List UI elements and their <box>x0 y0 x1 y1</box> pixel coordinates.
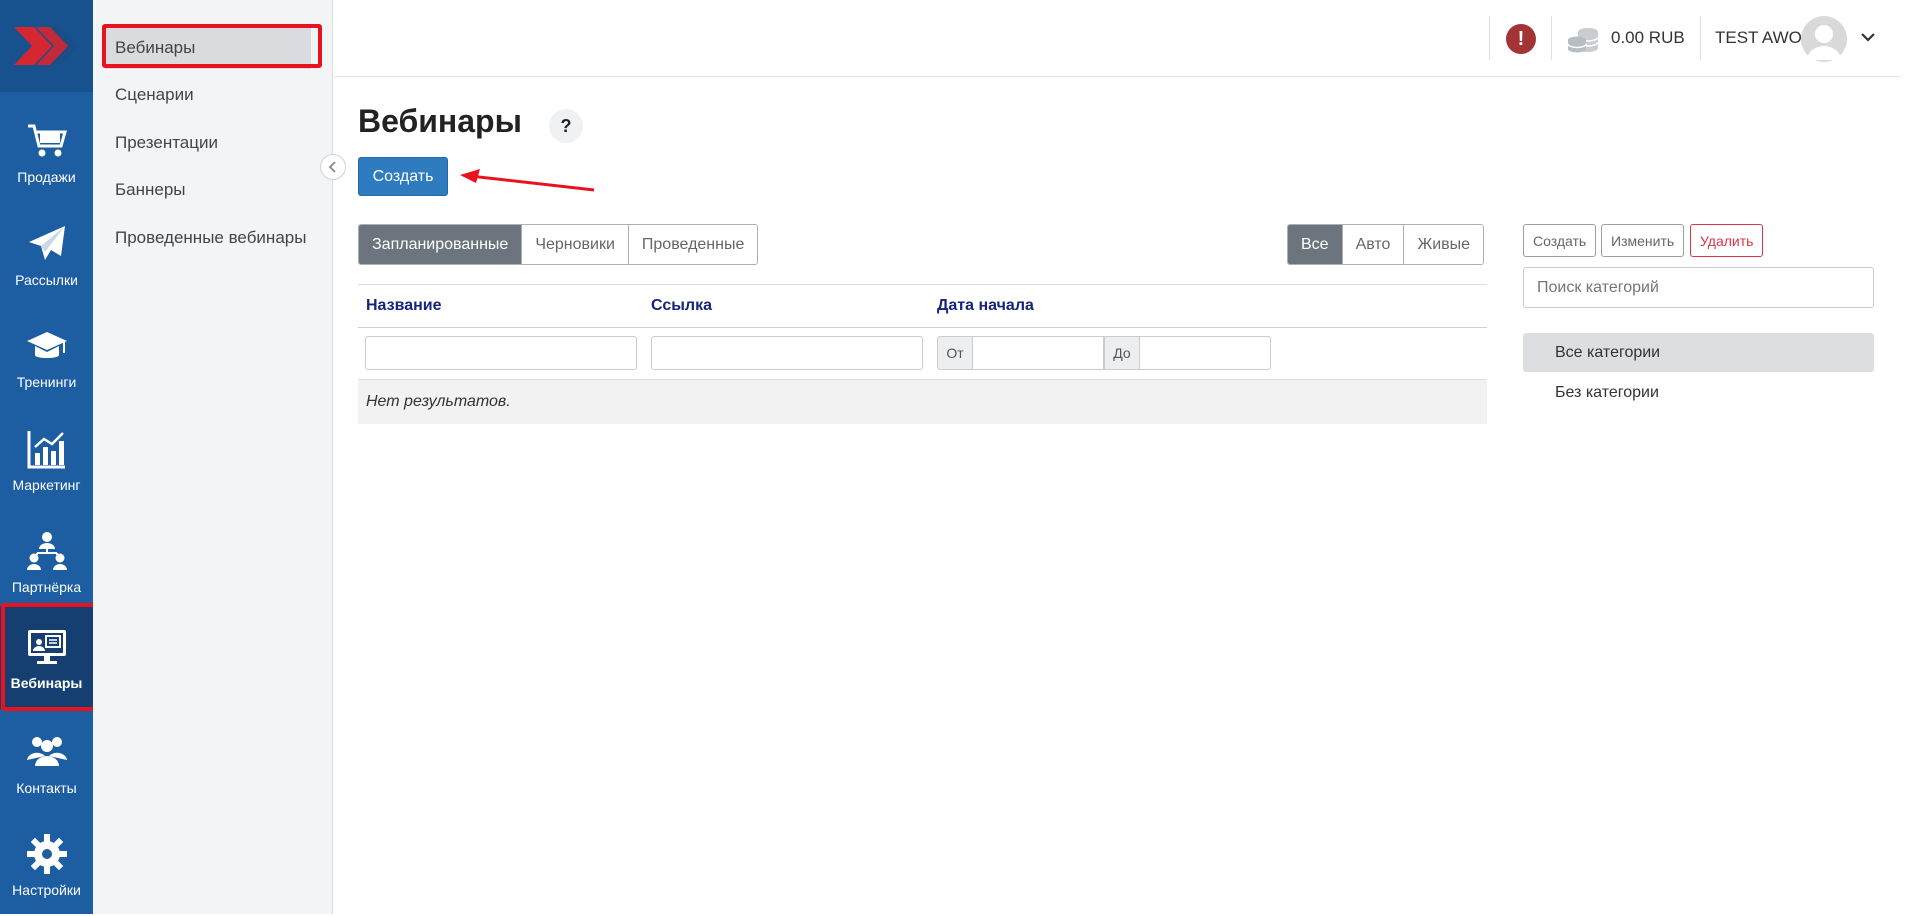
status-tabs: Запланированные Черновики Проведенные <box>358 224 759 265</box>
category-item-uncategorized[interactable]: Без категории <box>1523 373 1874 412</box>
type-tabs: Все Авто Живые <box>1287 224 1485 265</box>
nav-contacts[interactable]: Контакты <box>0 711 93 814</box>
topbar-divider <box>1489 16 1490 60</box>
date-to-input[interactable] <box>1139 336 1271 370</box>
submenu-item-scenarios[interactable]: Сценарии <box>93 74 333 116</box>
logo[interactable] <box>0 0 93 92</box>
annotation-arrow <box>460 169 595 192</box>
category-delete-button[interactable]: Удалить <box>1690 224 1764 257</box>
webinar-monitor-icon <box>27 629 66 664</box>
tab-completed[interactable]: Проведенные <box>628 225 758 264</box>
tab-all[interactable]: Все <box>1288 225 1343 264</box>
category-edit-button[interactable]: Изменить <box>1601 224 1685 257</box>
balance-amount: 0.00 RUB <box>1611 28 1685 47</box>
nav-trainings[interactable]: Тренинги <box>0 305 93 408</box>
alert-icon[interactable]: ! <box>1506 24 1536 54</box>
nav-trainings-label: Тренинги <box>16 373 77 390</box>
create-webinar-button[interactable]: Создать <box>358 157 448 196</box>
tab-live[interactable]: Живые <box>1404 225 1484 264</box>
tab-auto[interactable]: Авто <box>1342 225 1405 264</box>
filter-name-input[interactable] <box>365 336 637 370</box>
paper-plane-icon <box>28 225 65 260</box>
filter-link-input[interactable] <box>651 336 923 370</box>
nav-marketing[interactable]: Маркетинг <box>0 408 93 511</box>
category-search-input[interactable] <box>1523 267 1874 308</box>
webinars-table: Название Ссылка Дата начала От До Нет ре… <box>358 284 1487 424</box>
nav-partners[interactable]: Партнёрка <box>0 510 93 613</box>
nav-sales[interactable]: Продажи <box>0 100 93 203</box>
graduation-cap-icon <box>26 331 67 358</box>
column-header-link[interactable]: Ссылка <box>651 297 712 315</box>
date-from-addon: От <box>937 336 973 370</box>
main-nav-rail: Продажи Рассылки Тренинги Маркетинг Парт… <box>0 0 93 914</box>
coins-icon <box>1567 28 1599 53</box>
column-header-start-date[interactable]: Дата начала <box>937 297 1034 315</box>
nav-settings-label: Настройки <box>12 881 81 898</box>
nav-sales-label: Продажи <box>17 168 76 185</box>
nav-mailings[interactable]: Рассылки <box>0 203 93 306</box>
table-header: Название Ссылка Дата начала <box>358 284 1487 328</box>
submenu-item-banners[interactable]: Баннеры <box>93 169 333 211</box>
user-name[interactable]: TEST AWO <box>1715 28 1802 48</box>
date-to-addon: До <box>1104 336 1140 370</box>
date-from-input[interactable] <box>972 336 1104 370</box>
network-icon <box>26 531 67 570</box>
chevron-down-icon[interactable] <box>1859 28 1877 46</box>
topbar-divider <box>1700 16 1701 60</box>
chevron-left-icon <box>328 161 336 173</box>
column-header-name[interactable]: Название <box>366 297 442 315</box>
submenu-item-presentations[interactable]: Презентации <box>93 122 333 164</box>
category-item-all[interactable]: Все категории <box>1523 333 1874 372</box>
nav-partners-label: Партнёрка <box>11 578 82 595</box>
webinars-submenu: Вебинары Сценарии Презентации Баннеры Пр… <box>93 0 333 914</box>
bar-chart-icon <box>27 430 65 468</box>
nav-marketing-label: Маркетинг <box>12 476 81 493</box>
submenu-item-webinars[interactable]: Вебинары <box>105 27 311 69</box>
nav-contacts-label: Контакты <box>16 779 77 796</box>
nav-webinars-label: Вебинары <box>10 674 83 691</box>
top-bar: ! 0.00 RUB TEST AWO <box>334 0 1900 77</box>
category-create-button[interactable]: Создать <box>1523 224 1597 257</box>
submenu-item-past-webinars[interactable]: Проведенные вебинары <box>93 217 333 259</box>
user-silhouette-icon <box>1807 25 1841 60</box>
tab-scheduled[interactable]: Запланированные <box>359 225 523 264</box>
nav-webinars[interactable]: Вебинары <box>0 606 93 709</box>
tab-drafts[interactable]: Черновики <box>522 225 629 264</box>
gear-icon <box>26 833 67 874</box>
users-icon <box>26 736 67 766</box>
nav-mailings-label: Рассылки <box>15 271 78 288</box>
collapse-submenu-button[interactable] <box>320 154 346 180</box>
help-icon[interactable]: ? <box>549 109 583 143</box>
cart-icon <box>27 124 67 156</box>
page-title: Вебинары <box>358 103 522 139</box>
avatar[interactable] <box>1801 16 1847 62</box>
table-filter-row: От До <box>358 328 1487 380</box>
empty-results-message: Нет результатов. <box>358 380 1487 424</box>
topbar-divider <box>1551 16 1552 60</box>
nav-settings[interactable]: Настройки <box>0 813 93 916</box>
logo-chevrons-icon <box>13 27 78 65</box>
